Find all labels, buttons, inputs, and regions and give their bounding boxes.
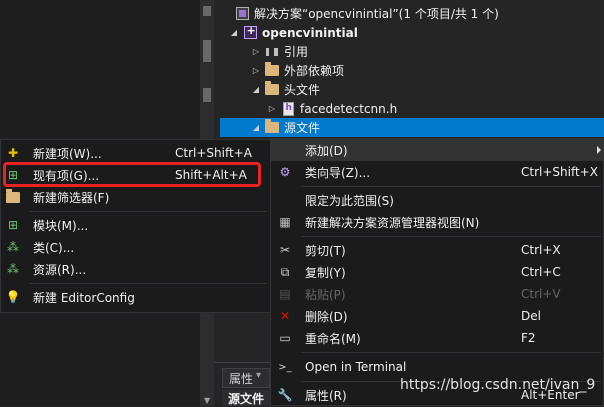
menu-item-scope[interactable]: 限定为此范围(S) — [271, 189, 603, 211]
paste-icon: ▤ — [279, 287, 291, 301]
expanded-arrow-icon[interactable]: ◢ — [228, 28, 240, 37]
tree-item-header-file[interactable]: ▷ facedetectcnn.h — [266, 99, 397, 118]
new-item-icon: ✚ — [7, 146, 19, 160]
new-filter-icon — [5, 188, 21, 205]
expanded-arrow-icon[interactable]: ◢ — [250, 123, 262, 132]
tree-item-label: 源文件 — [284, 121, 321, 135]
tree-item-label: 引用 — [284, 45, 309, 59]
menu-item-cut[interactable]: ✂ 剪切(T) Ctrl+X — [271, 239, 603, 261]
context-menu: 添加(D) ⚙ 类向导(Z)... Ctrl+Shift+X 限定为此范围(S)… — [270, 138, 604, 406]
properties-title: 源文件 — [222, 390, 270, 406]
solution-icon — [234, 7, 250, 21]
menu-separator — [301, 186, 601, 187]
tree-item-project[interactable]: ◢ opencvinintial — [228, 23, 358, 42]
tree-item-label: 外部依赖项 — [284, 64, 345, 78]
properties-tab[interactable]: 属性 — [222, 368, 270, 388]
tree-item-source-files[interactable]: ◢ 源文件 — [220, 118, 604, 137]
menu-item-resource[interactable]: ⁂ 资源(R)... — [1, 258, 270, 280]
menu-item-delete[interactable]: ✕ 删除(D) Del — [271, 305, 603, 327]
menu-item-module[interactable]: ⊞ 模块(M)... — [1, 214, 270, 236]
scissors-icon: ✂ — [279, 243, 291, 257]
folder-icon — [264, 62, 280, 78]
menu-separator — [301, 236, 601, 237]
tree-item-external-deps[interactable]: ▷ 外部依赖项 — [250, 61, 344, 80]
tree-item-label: 头文件 — [284, 83, 321, 97]
menu-item-class[interactable]: ⁂ 类(C)... — [1, 236, 270, 258]
highlight-annotation — [3, 162, 261, 187]
menu-item-editorconfig[interactable]: 💡 新建 EditorConfig — [1, 286, 270, 308]
class-wizard-icon: ⚙ — [279, 165, 291, 179]
submenu-arrow-icon — [597, 146, 601, 154]
menu-item-open-terminal[interactable]: >_ Open in Terminal — [271, 356, 603, 378]
class-icon: ⁂ — [7, 240, 19, 254]
menu-item-class-wizard[interactable]: ⚙ 类向导(Z)... Ctrl+Shift+X — [271, 161, 603, 183]
copy-icon: ⧉ — [280, 264, 290, 279]
watermark: https://blog.csdn.net/ivan_9 — [400, 377, 596, 393]
menu-item-paste: ▤ 粘贴(P) Ctrl+V — [271, 283, 603, 305]
menu-separator — [29, 211, 267, 212]
wrench-icon: 🔧 — [277, 388, 293, 402]
tree-item-solution[interactable]: 解决方案“opencvinintial”(1 个项目/共 1 个) — [220, 4, 499, 23]
module-icon: ⊞ — [7, 218, 19, 232]
resource-icon: ⁂ — [7, 262, 19, 276]
pin-icon[interactable]: ▾ — [256, 370, 261, 381]
collapsed-arrow-icon[interactable]: ▷ — [250, 66, 262, 75]
editorconfig-icon: 💡 — [5, 290, 21, 304]
tree-item-label: opencvinintial — [262, 25, 358, 40]
tree-item-label: facedetectcnn.h — [300, 101, 398, 116]
scrollbar-thumb[interactable] — [203, 6, 211, 16]
menu-item-rename[interactable]: ▭ 重命名(M) F2 — [271, 327, 603, 349]
menu-separator — [29, 283, 267, 284]
tree-item-header-files[interactable]: ◢ 头文件 — [250, 80, 320, 99]
new-view-icon: ▦ — [279, 215, 291, 229]
rename-icon: ▭ — [279, 331, 291, 345]
folder-icon — [264, 81, 280, 97]
delete-icon: ✕ — [279, 309, 291, 323]
menu-item-add[interactable]: 添加(D) — [271, 139, 603, 161]
menu-item-new-item[interactable]: ✚ 新建项(W)... Ctrl+Shift+A — [1, 142, 270, 164]
project-icon — [242, 24, 258, 40]
expanded-arrow-icon[interactable]: ◢ — [250, 85, 262, 94]
collapsed-arrow-icon[interactable]: ▷ — [266, 104, 278, 113]
terminal-icon: >_ — [278, 361, 292, 373]
collapsed-arrow-icon[interactable]: ▷ — [250, 47, 262, 56]
references-icon — [264, 45, 280, 59]
menu-item-new-filter[interactable]: 新建筛选器(F) — [1, 186, 270, 208]
menu-item-copy[interactable]: ⧉ 复制(Y) Ctrl+C — [271, 261, 603, 283]
header-file-icon — [280, 101, 296, 116]
tree-item-label: 解决方案“opencvinintial”(1 个项目/共 1 个) — [254, 7, 499, 21]
folder-icon — [264, 119, 280, 135]
tree-item-references[interactable]: ▷ 引用 — [250, 42, 308, 61]
scroll-down-icon[interactable]: ▼ — [204, 396, 210, 405]
menu-separator — [301, 352, 601, 353]
scrollbar-thumb[interactable] — [203, 40, 211, 62]
scrollbar-thumb[interactable] — [203, 88, 211, 102]
menu-item-new-view[interactable]: ▦ 新建解决方案资源管理器视图(N) — [271, 211, 603, 233]
